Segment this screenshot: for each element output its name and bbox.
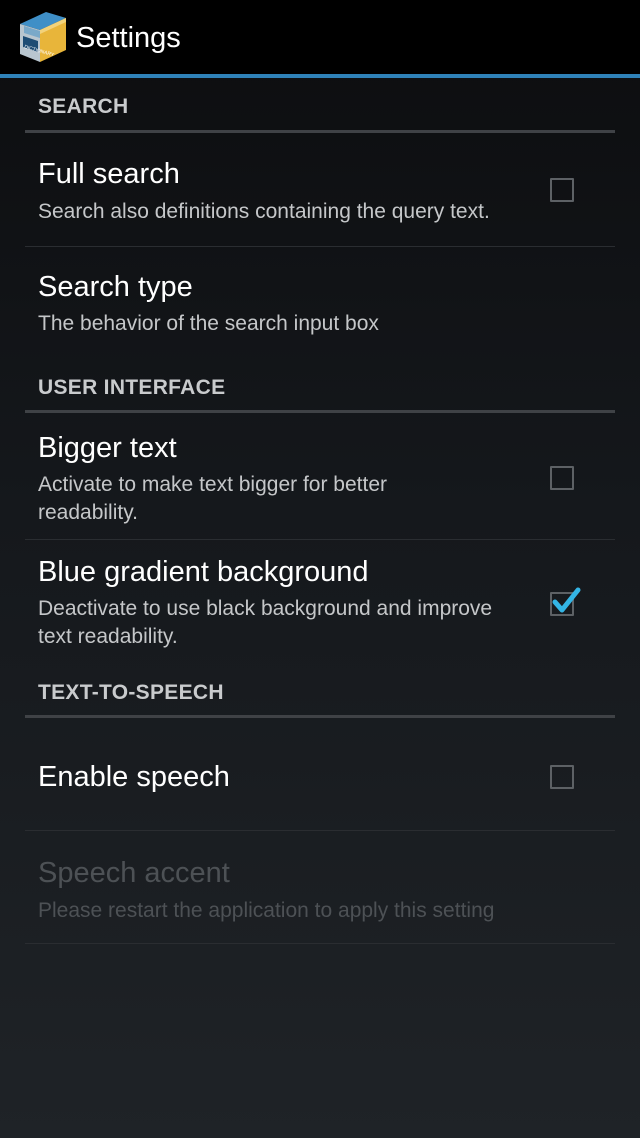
- pref-summary: Please restart the application to apply …: [38, 899, 495, 922]
- pref-title: Full search: [38, 158, 180, 190]
- pref-title: Blue gradient background: [38, 556, 369, 588]
- pref-summary: Activate to make text bigger for better …: [38, 473, 388, 524]
- pref-speech-accent: Speech accent Please restart the applica…: [0, 831, 640, 943]
- pref-summary: Search also definitions containing the q…: [38, 200, 490, 223]
- dictionary-book-icon[interactable]: DICTIONARY: [16, 8, 70, 64]
- enable-speech-checkbox[interactable]: [550, 765, 574, 789]
- checkmark-icon: [552, 587, 581, 613]
- pref-summary: Deactivate to use black background and i…: [38, 597, 493, 648]
- settings-screen: DICTIONARY Settings SEARCH Full search S…: [0, 0, 640, 1138]
- pref-title: Speech accent: [38, 857, 230, 889]
- section-header-user-interface: USER INTERFACE: [38, 376, 226, 399]
- pref-search-type[interactable]: Search type The behavior of the search i…: [0, 247, 640, 367]
- action-bar-divider: [0, 74, 640, 78]
- row-divider: [25, 943, 615, 944]
- action-bar: DICTIONARY Settings: [0, 0, 640, 74]
- pref-blue-gradient-background[interactable]: Blue gradient background Deactivate to u…: [0, 540, 640, 670]
- section-rule: [25, 410, 615, 413]
- page-title: Settings: [76, 22, 181, 54]
- blue-gradient-checkbox[interactable]: [550, 587, 581, 616]
- section-rule: [25, 715, 615, 718]
- pref-summary: The behavior of the search input box: [38, 312, 379, 335]
- section-header-search: SEARCH: [38, 95, 129, 118]
- pref-title: Search type: [38, 271, 193, 303]
- pref-full-search[interactable]: Full search Search also definitions cont…: [0, 134, 640, 246]
- bigger-text-checkbox[interactable]: [550, 466, 574, 490]
- pref-enable-speech[interactable]: Enable speech: [0, 719, 640, 830]
- full-search-checkbox[interactable]: [550, 178, 574, 202]
- pref-title: Bigger text: [38, 432, 177, 464]
- pref-title: Enable speech: [38, 761, 230, 793]
- section-rule: [25, 130, 615, 133]
- section-header-text-to-speech: TEXT-TO-SPEECH: [38, 681, 224, 704]
- pref-bigger-text[interactable]: Bigger text Activate to make text bigger…: [0, 414, 640, 539]
